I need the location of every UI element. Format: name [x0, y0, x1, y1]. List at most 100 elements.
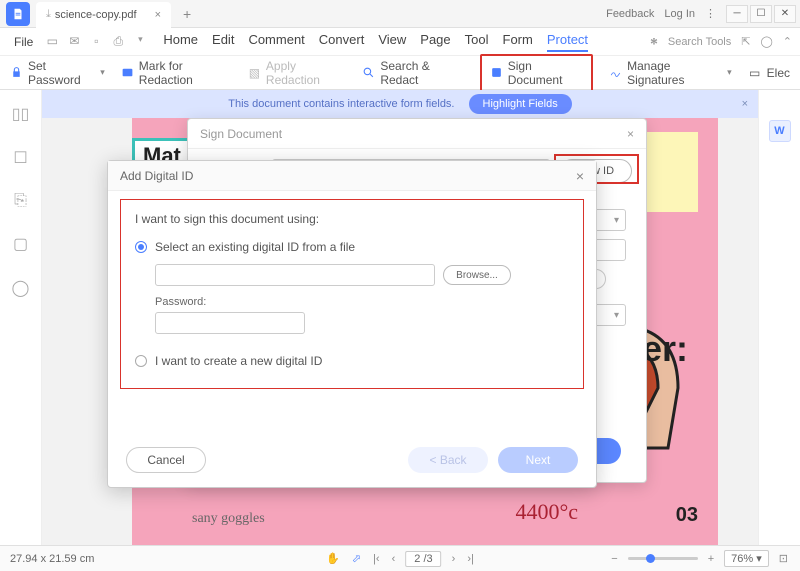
sign-dialog-close-icon[interactable]: × — [627, 127, 634, 141]
feedback-link[interactable]: Feedback — [606, 8, 654, 20]
search-icon-top[interactable]: 🞷 — [650, 33, 658, 50]
option-existing-id[interactable]: Select an existing digital ID from a fil… — [135, 240, 569, 254]
file-menu[interactable]: File — [8, 31, 39, 53]
search-redact-icon — [362, 66, 375, 80]
mark-redaction-label: Mark for Redaction — [139, 59, 232, 87]
zoom-in-icon[interactable]: + — [706, 553, 716, 565]
manage-signatures-label: Manage Signatures — [627, 59, 722, 87]
fit-page-icon[interactable]: ⊡ — [777, 552, 790, 565]
sign-icon — [490, 66, 503, 80]
search-tools-placeholder[interactable]: Search Tools — [668, 36, 731, 48]
select-tool-icon[interactable]: ⬀ — [350, 552, 363, 565]
tab-convert[interactable]: Convert — [319, 32, 365, 52]
tab-view[interactable]: View — [378, 32, 406, 52]
open-icon[interactable]: ▭ — [43, 34, 61, 49]
chevron-down-icon: ▾ — [727, 67, 732, 78]
mark-redaction-button[interactable]: Mark for Redaction — [121, 59, 232, 87]
new-tab-button[interactable]: + — [177, 6, 197, 22]
tab-protect[interactable]: Protect — [547, 32, 588, 52]
thumbnails-icon[interactable]: ▯▯ — [12, 104, 30, 124]
next-page-icon[interactable]: › — [450, 553, 458, 565]
banner-text: This document contains interactive form … — [228, 98, 454, 110]
first-page-icon[interactable]: |‹ — [371, 553, 382, 565]
banner-close-icon[interactable]: × — [742, 98, 748, 110]
sign-dialog-title: Sign Document — [200, 127, 282, 141]
tab-form[interactable]: Form — [503, 32, 533, 52]
right-sidebar: W — [758, 90, 800, 545]
set-password-button[interactable]: Set Password ▾ — [10, 59, 105, 87]
comment-panel-icon[interactable]: ◯ — [12, 278, 30, 298]
file-path-input[interactable] — [155, 264, 435, 286]
page-text-er: er: — [642, 328, 688, 370]
kebab-menu-icon[interactable]: ⋮ — [705, 7, 716, 20]
highlight-fields-button[interactable]: Highlight Fields — [469, 94, 572, 114]
goggles-text: sany goggles — [192, 511, 265, 527]
password-label: Password: — [155, 296, 569, 308]
document-tab[interactable]: ⤓ science-copy.pdf × — [36, 2, 171, 28]
attachment-icon[interactable]: ⎘ — [14, 192, 27, 210]
apply-redaction-label: Apply Redaction — [266, 59, 346, 87]
hand-tool-icon[interactable]: ✋ — [324, 552, 342, 565]
page-dimensions: 27.94 x 21.59 cm — [10, 553, 94, 565]
esign-icon: ▭ — [748, 66, 762, 80]
menubar: File ▭ ✉ ▫ ⎙ ▾ Home Edit Comment Convert… — [0, 28, 800, 56]
manage-signatures-button[interactable]: Manage Signatures ▾ — [609, 59, 732, 87]
sign-document-label: Sign Document — [508, 59, 583, 87]
mail-icon[interactable]: ✉ — [65, 34, 83, 49]
next-button[interactable]: Next — [498, 447, 578, 473]
sign-document-button[interactable]: Sign Document — [480, 54, 593, 92]
collapse-ribbon-icon[interactable]: ⌃ — [783, 35, 792, 48]
document-canvas: This document contains interactive form … — [42, 90, 758, 545]
radio-selected-icon[interactable] — [135, 241, 147, 253]
tab-close-icon[interactable]: × — [155, 9, 161, 21]
maximize-button[interactable]: ☐ — [750, 5, 772, 23]
minimize-button[interactable]: ─ — [726, 5, 748, 23]
electronic-label: Elec — [767, 66, 790, 80]
app-icon — [6, 2, 30, 26]
save-icon[interactable]: ▫ — [87, 34, 105, 49]
ribbon: Set Password ▾ Mark for Redaction ▧ Appl… — [0, 56, 800, 90]
cancel-button[interactable]: Cancel — [126, 447, 206, 473]
zoom-value[interactable]: 76% ▾ — [724, 550, 769, 567]
digital-id-dialog-title: Add Digital ID — [120, 169, 193, 183]
left-sidebar: ▯▯ ☐ ⎘ ▢ ◯ — [0, 90, 42, 545]
cloud-icon[interactable]: ◯ — [760, 35, 772, 48]
tab-tool[interactable]: Tool — [465, 32, 489, 52]
tab-comment[interactable]: Comment — [248, 32, 304, 52]
prev-page-icon[interactable]: ‹ — [390, 553, 398, 565]
option-existing-label: Select an existing digital ID from a fil… — [155, 240, 355, 254]
lock-icon — [10, 66, 23, 80]
apply-redact-icon: ▧ — [248, 66, 261, 80]
options-frame: I want to sign this document using: Sele… — [120, 199, 584, 389]
search-redact-button[interactable]: Search & Redact — [362, 59, 463, 87]
bookmark-icon[interactable]: ☐ — [13, 148, 27, 168]
add-digital-id-dialog: Add Digital ID × I want to sign this doc… — [107, 160, 597, 488]
radio-unselected-icon[interactable] — [135, 355, 147, 367]
tab-home[interactable]: Home — [163, 32, 198, 52]
statusbar: 27.94 x 21.59 cm ✋ ⬀ |‹ ‹ 2 /3 › ›| − + … — [0, 545, 800, 571]
print-icon[interactable]: ⎙ — [109, 34, 127, 49]
search-redact-label: Search & Redact — [380, 59, 463, 87]
layers-icon[interactable]: ▢ — [13, 234, 28, 254]
zoom-out-icon[interactable]: − — [609, 553, 619, 565]
option-new-id[interactable]: I want to create a new digital ID — [135, 354, 322, 368]
browse-button[interactable]: Browse... — [443, 265, 511, 285]
tab-edit[interactable]: Edit — [212, 32, 234, 52]
password-input[interactable] — [155, 312, 305, 334]
word-export-icon[interactable]: W — [769, 120, 791, 142]
dropdown-icon[interactable]: ▾ — [131, 34, 149, 49]
share-icon[interactable]: ⇱ — [741, 35, 750, 48]
digital-id-close-icon[interactable]: × — [576, 168, 584, 184]
last-page-icon[interactable]: ›| — [465, 553, 476, 565]
zoom-slider[interactable] — [628, 557, 698, 560]
page-indicator[interactable]: 2 /3 — [405, 551, 441, 567]
document-tab-label: science-copy.pdf — [55, 9, 137, 21]
tab-page[interactable]: Page — [420, 32, 450, 52]
temperature-text: 4400°c — [515, 499, 578, 525]
page-number-label: 03 — [676, 504, 698, 527]
close-window-button[interactable]: ✕ — [774, 5, 796, 23]
chevron-down-icon: ▾ — [100, 67, 105, 78]
login-link[interactable]: Log In — [664, 8, 695, 20]
back-button: < Back — [408, 447, 488, 473]
electronic-sign-button[interactable]: ▭ Elec — [748, 66, 790, 80]
